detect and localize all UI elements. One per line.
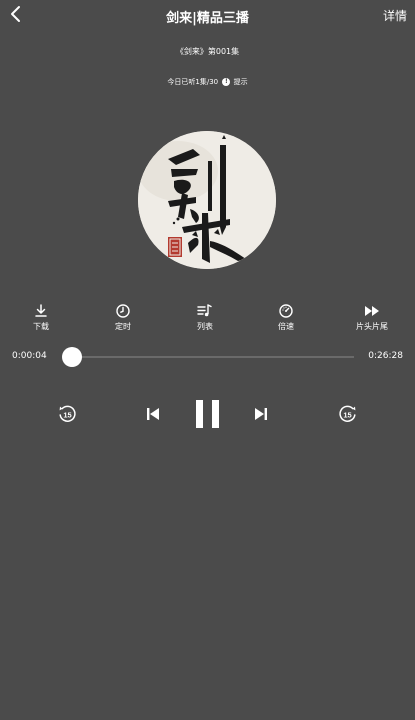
timer-button[interactable]: 定时 — [93, 304, 153, 332]
function-toolbar: 下载 定时 列表 倍速 片头片尾 — [0, 304, 415, 338]
current-time: 0:00:04 — [12, 351, 47, 361]
tip-link[interactable]: 提示 — [234, 78, 248, 86]
rewind-15-icon: 15 — [59, 405, 76, 422]
skip-intro-label: 片头片尾 — [356, 322, 388, 331]
cover-art — [138, 131, 276, 269]
next-button[interactable] — [253, 406, 269, 422]
details-link[interactable]: 详情 — [383, 7, 407, 24]
progress-thumb[interactable] — [61, 347, 82, 367]
playlist-label: 列表 — [197, 322, 213, 331]
forward-15-button[interactable]: 15 — [338, 404, 358, 424]
skip-intro-outro-button[interactable]: 片头片尾 — [342, 304, 402, 332]
header: 剑来|精品三播 详情 — [0, 0, 415, 32]
listen-count-line: 今日已听1集/30 ! 提示 — [0, 77, 415, 87]
clock-icon — [116, 304, 130, 318]
pause-button[interactable] — [194, 398, 222, 430]
playlist-icon — [197, 304, 212, 317]
download-button[interactable]: 下载 — [11, 304, 71, 332]
audio-player-screen: 剑来|精品三播 详情 《剑来》第001集 今日已听1集/30 ! 提示 下载 定… — [0, 0, 415, 720]
forward-seconds: 15 — [343, 410, 351, 419]
cover-calligraphy-image — [138, 131, 276, 269]
previous-button[interactable] — [145, 406, 161, 422]
speed-icon — [279, 304, 293, 318]
download-icon — [35, 304, 47, 317]
skip-previous-icon — [147, 408, 159, 420]
progress-track[interactable] — [71, 356, 354, 358]
episode-title: 《剑来》第001集 — [175, 47, 240, 56]
speed-label: 倍速 — [278, 322, 294, 331]
timer-label: 定时 — [115, 322, 131, 331]
rewind-15-button[interactable]: 15 — [57, 404, 77, 424]
total-time: 0:26:28 — [368, 351, 403, 361]
forward-15-icon: 15 — [339, 405, 356, 422]
page-title: 剑来|精品三播 — [166, 11, 249, 26]
skip-next-icon — [255, 408, 267, 420]
rewind-seconds: 15 — [63, 410, 71, 419]
download-label: 下载 — [33, 322, 49, 331]
playlist-button[interactable]: 列表 — [175, 304, 235, 332]
info-icon[interactable]: ! — [222, 78, 231, 86]
speed-button[interactable]: 倍速 — [256, 304, 316, 332]
listen-count-text: 今日已听1集/30 — [167, 78, 219, 86]
skip-intro-icon — [365, 306, 379, 316]
pause-icon — [196, 400, 219, 428]
